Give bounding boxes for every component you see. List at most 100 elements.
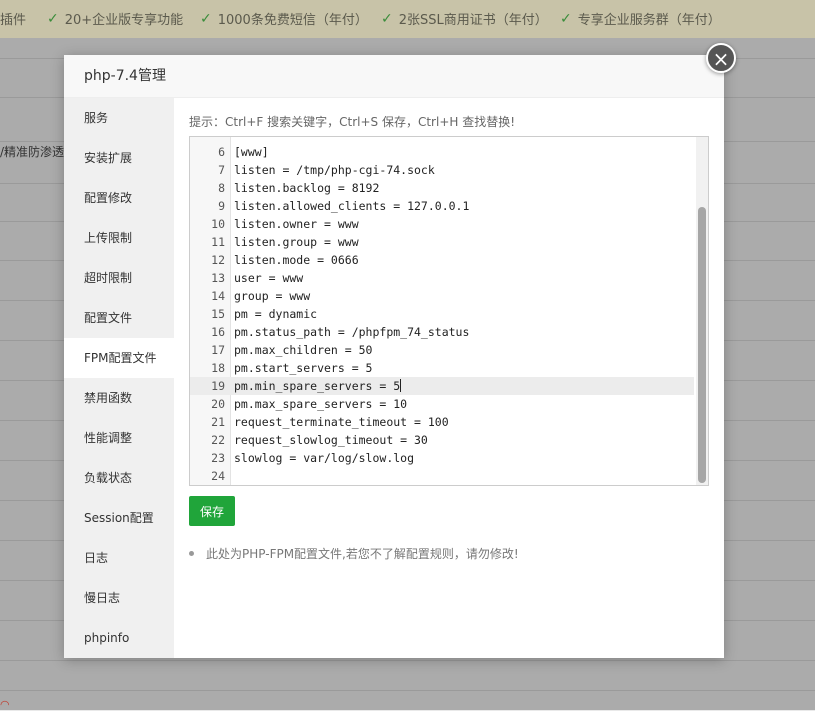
line-number: 12 (211, 253, 225, 267)
line-number: 15 (211, 307, 225, 321)
line-number: 16 (211, 325, 225, 339)
line-number: 7 (218, 163, 225, 177)
line-text: [www] (234, 145, 269, 159)
line-text: listen.group = www (234, 235, 359, 249)
check-icon: ✓ (560, 10, 572, 27)
scrollbar-thumb[interactable] (698, 207, 706, 483)
code-line[interactable]: 14 group = www (190, 287, 694, 305)
line-text: group = www (234, 289, 311, 303)
line-number: 9 (218, 199, 225, 213)
sidebar-item-config-modify[interactable]: 配置修改 (64, 178, 174, 218)
code-editor[interactable]: 6 [www] 7 listen = /tmp/php-cgi-74.sock 8l… (189, 136, 709, 486)
sidebar-item-config-file[interactable]: 配置文件 (64, 298, 174, 338)
note-text: 此处为PHP-FPM配置文件,若您不了解配置规则，请勿修改! (206, 547, 519, 561)
save-button[interactable]: 保存 (189, 496, 235, 526)
close-icon: × (712, 47, 730, 71)
background-row-text: /精准防渗透 (0, 145, 65, 159)
dialog-content: 提示：Ctrl+F 搜索关键字，Ctrl+S 保存，Ctrl+H 查找替换! 6… (174, 98, 724, 658)
config-warning-note: 此处为PHP-FPM配置文件,若您不了解配置规则，请勿修改! (189, 545, 519, 562)
sidebar-item-disabled-functions[interactable]: 禁用函数 (64, 378, 174, 418)
text-cursor (400, 379, 402, 392)
php-manager-dialog: php-7.4管理 服务 安装扩展 配置修改 上传限制 超时限制 配置文件 FP… (64, 55, 724, 658)
sidebar-item-session-config[interactable]: Session配置 (64, 498, 174, 538)
editor-scrollbar[interactable] (696, 137, 708, 485)
line-number: 14 (211, 289, 225, 303)
line-number: 22 (211, 433, 225, 447)
sidebar-item-logs[interactable]: 日志 (64, 538, 174, 578)
line-number: 17 (211, 343, 225, 357)
line-text: listen.owner = www (234, 217, 359, 231)
line-number: 10 (211, 217, 225, 231)
code-line[interactable]: 15 pm = dynamic (190, 305, 694, 323)
line-number: 21 (211, 415, 225, 429)
line-number: 19 (211, 379, 225, 393)
code-line[interactable]: 20 pm.max_spare_servers = 10 (190, 395, 694, 413)
line-text: user = www (234, 271, 304, 285)
code-line-active[interactable]: 19 pm.min_spare_servers = 5 (190, 377, 694, 395)
sidebar-item-upload-limit[interactable]: 上传限制 (64, 218, 174, 258)
sidebar-item-install-extensions[interactable]: 安装扩展 (64, 138, 174, 178)
code-line[interactable]: 24 (190, 467, 694, 485)
line-text: listen.allowed_clients = 127.0.0.1 (234, 199, 470, 213)
line-text: request_slowlog_timeout = 30 (234, 433, 428, 447)
line-number: 8 (218, 181, 225, 195)
line-text: pm = dynamic (234, 307, 318, 321)
sidebar-item-phpinfo[interactable]: phpinfo (64, 618, 174, 658)
code-line[interactable]: 10 listen.owner = www (190, 215, 694, 233)
line-number: 24 (211, 469, 225, 483)
line-text: pm.status_path = /phpfpm_74_status (234, 325, 470, 339)
line-text: pm.min_spare_servers = 5 (234, 377, 402, 395)
banner-item-label: 2张SSL商用证书（年付） (398, 13, 548, 28)
line-text: pm.start_servers = 5 (234, 361, 373, 375)
code-line[interactable]: 22 request_slowlog_timeout = 30 (190, 431, 694, 449)
banner-item-label: 1000条免费短信（年付） (217, 13, 368, 28)
code-line[interactable]: 11 listen.group = www (190, 233, 694, 251)
code-line[interactable]: 18 pm.start_servers = 5 (190, 359, 694, 377)
sidebar-item-load-status[interactable]: 负载状态 (64, 458, 174, 498)
sidebar-item-performance-tuning[interactable]: 性能调整 (64, 418, 174, 458)
shortcut-tip: 提示：Ctrl+F 搜索关键字，Ctrl+S 保存，Ctrl+H 查找替换! (189, 115, 516, 129)
line-number: 13 (211, 271, 225, 285)
banner-item-label: 插件 (0, 13, 27, 28)
code-line[interactable]: 16 pm.status_path = /phpfpm_74_status (190, 323, 694, 341)
sidebar-item-timeout-limit[interactable]: 超时限制 (64, 258, 174, 298)
code-line[interactable]: 7 listen = /tmp/php-cgi-74.sock (190, 161, 694, 179)
line-text: pm.max_spare_servers = 10 (234, 397, 408, 411)
dialog-sidebar: 服务 安装扩展 配置修改 上传限制 超时限制 配置文件 FPM配置文件 禁用函数… (64, 98, 174, 658)
code-line[interactable]: 8 listen.backlog = 8192 (190, 179, 694, 197)
bullet-icon (189, 551, 194, 556)
banner-item: ✓ 2张SSL商用证书（年付） (381, 9, 548, 29)
line-number: 18 (211, 361, 225, 375)
close-button[interactable]: × (706, 43, 736, 73)
banner-item: ✓ 20+企业版专享功能 (47, 9, 184, 29)
code-line[interactable]: 9 listen.allowed_clients = 127.0.0.1 (190, 197, 694, 215)
line-text: listen.mode = 0666 (234, 253, 359, 267)
background-warning-icon: ◠ (0, 698, 10, 711)
line-text: listen.backlog = 8192 (234, 181, 380, 195)
line-text: request_terminate_timeout = 100 (234, 415, 449, 429)
sidebar-item-service[interactable]: 服务 (64, 98, 174, 138)
code-line[interactable]: 12 listen.mode = 0666 (190, 251, 694, 269)
line-text: listen = /tmp/php-cgi-74.sock (234, 163, 435, 177)
banner-item-label: 专享企业服务群（年付） (577, 13, 721, 28)
promo-banner: 插件 ✓ 20+企业版专享功能 ✓ 1000条免费短信（年付） ✓ 2张SSL商… (0, 0, 815, 38)
code-line[interactable]: 6 [www] (190, 143, 694, 161)
line-text: pm.max_children = 50 (234, 343, 373, 357)
sidebar-item-fpm-config-file[interactable]: FPM配置文件 (64, 338, 174, 378)
sidebar-item-slow-logs[interactable]: 慢日志 (64, 578, 174, 618)
line-number: 23 (211, 451, 225, 465)
banner-item-label: 20+企业版专享功能 (64, 13, 184, 28)
check-icon: ✓ (200, 10, 212, 27)
code-line[interactable]: 21 request_terminate_timeout = 100 (190, 413, 694, 431)
check-icon: ✓ (47, 10, 59, 27)
banner-item: ✓ 专享企业服务群（年付） (560, 9, 721, 29)
line-text: slowlog = var/log/slow.log (234, 451, 415, 465)
code-line[interactable]: 23 slowlog = var/log/slow.log (190, 449, 694, 467)
background-divider (0, 690, 815, 691)
background-divider (0, 660, 815, 661)
banner-item: 插件 (0, 9, 26, 28)
dialog-title: php-7.4管理 (64, 55, 724, 98)
code-line[interactable]: 17 pm.max_children = 50 (190, 341, 694, 359)
code-line[interactable]: 13 user = www (190, 269, 694, 287)
line-text-content: pm.min_spare_servers = 5 (234, 379, 401, 393)
